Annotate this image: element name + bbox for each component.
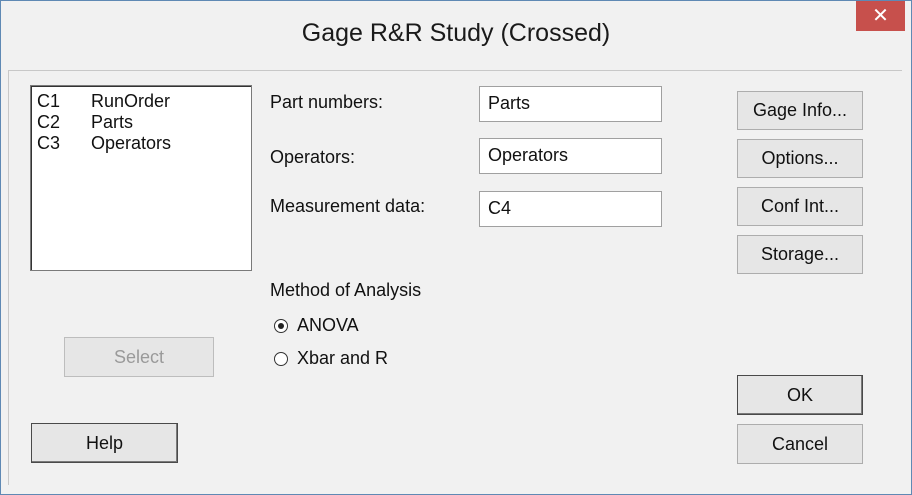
- method-of-analysis-label: Method of Analysis: [270, 280, 422, 300]
- column-name: RunOrder: [91, 91, 171, 111]
- operators-field[interactable]: Operators: [479, 138, 662, 174]
- anova-radio[interactable]: [274, 319, 288, 333]
- column-list-item[interactable]: C2 Parts: [31, 112, 251, 133]
- storage-button[interactable]: Storage...: [737, 235, 863, 274]
- ok-button[interactable]: OK: [737, 375, 863, 415]
- options-button[interactable]: Options...: [737, 139, 863, 178]
- column-list-item[interactable]: C3 Operators: [31, 133, 251, 154]
- measurement-data-field[interactable]: C4: [479, 191, 662, 227]
- close-button[interactable]: ✕: [856, 1, 905, 31]
- radio-selected-dot: [278, 323, 284, 329]
- column-list-item[interactable]: C1 RunOrder: [31, 91, 251, 112]
- part-numbers-field[interactable]: Parts: [479, 86, 662, 122]
- column-name: Operators: [91, 133, 172, 153]
- anova-radio-label[interactable]: ANOVA: [297, 315, 359, 336]
- column-name: Parts: [91, 112, 134, 132]
- close-icon: ✕: [872, 5, 889, 27]
- xbar-r-radio[interactable]: [274, 352, 288, 366]
- gage-info-button[interactable]: Gage Info...: [737, 91, 863, 130]
- select-button[interactable]: Select: [64, 337, 214, 377]
- measurement-data-label: Measurement data:: [270, 196, 426, 216]
- xbar-r-radio-label[interactable]: Xbar and R: [297, 348, 388, 369]
- part-numbers-label: Part numbers:: [270, 92, 384, 112]
- dialog-title: Gage R&R Study (Crossed): [301, 19, 611, 47]
- column-id: C1: [37, 91, 61, 111]
- column-id: C2: [37, 112, 61, 132]
- column-id: C3: [37, 133, 61, 153]
- help-button[interactable]: Help: [31, 423, 178, 463]
- cancel-button[interactable]: Cancel: [737, 424, 863, 464]
- column-list[interactable]: C1 RunOrder C2 Parts C3 Operators: [30, 85, 252, 271]
- title-bar: Gage R&R Study (Crossed) ✕: [1, 1, 911, 71]
- operators-label: Operators:: [270, 147, 356, 167]
- conf-int-button[interactable]: Conf Int...: [737, 187, 863, 226]
